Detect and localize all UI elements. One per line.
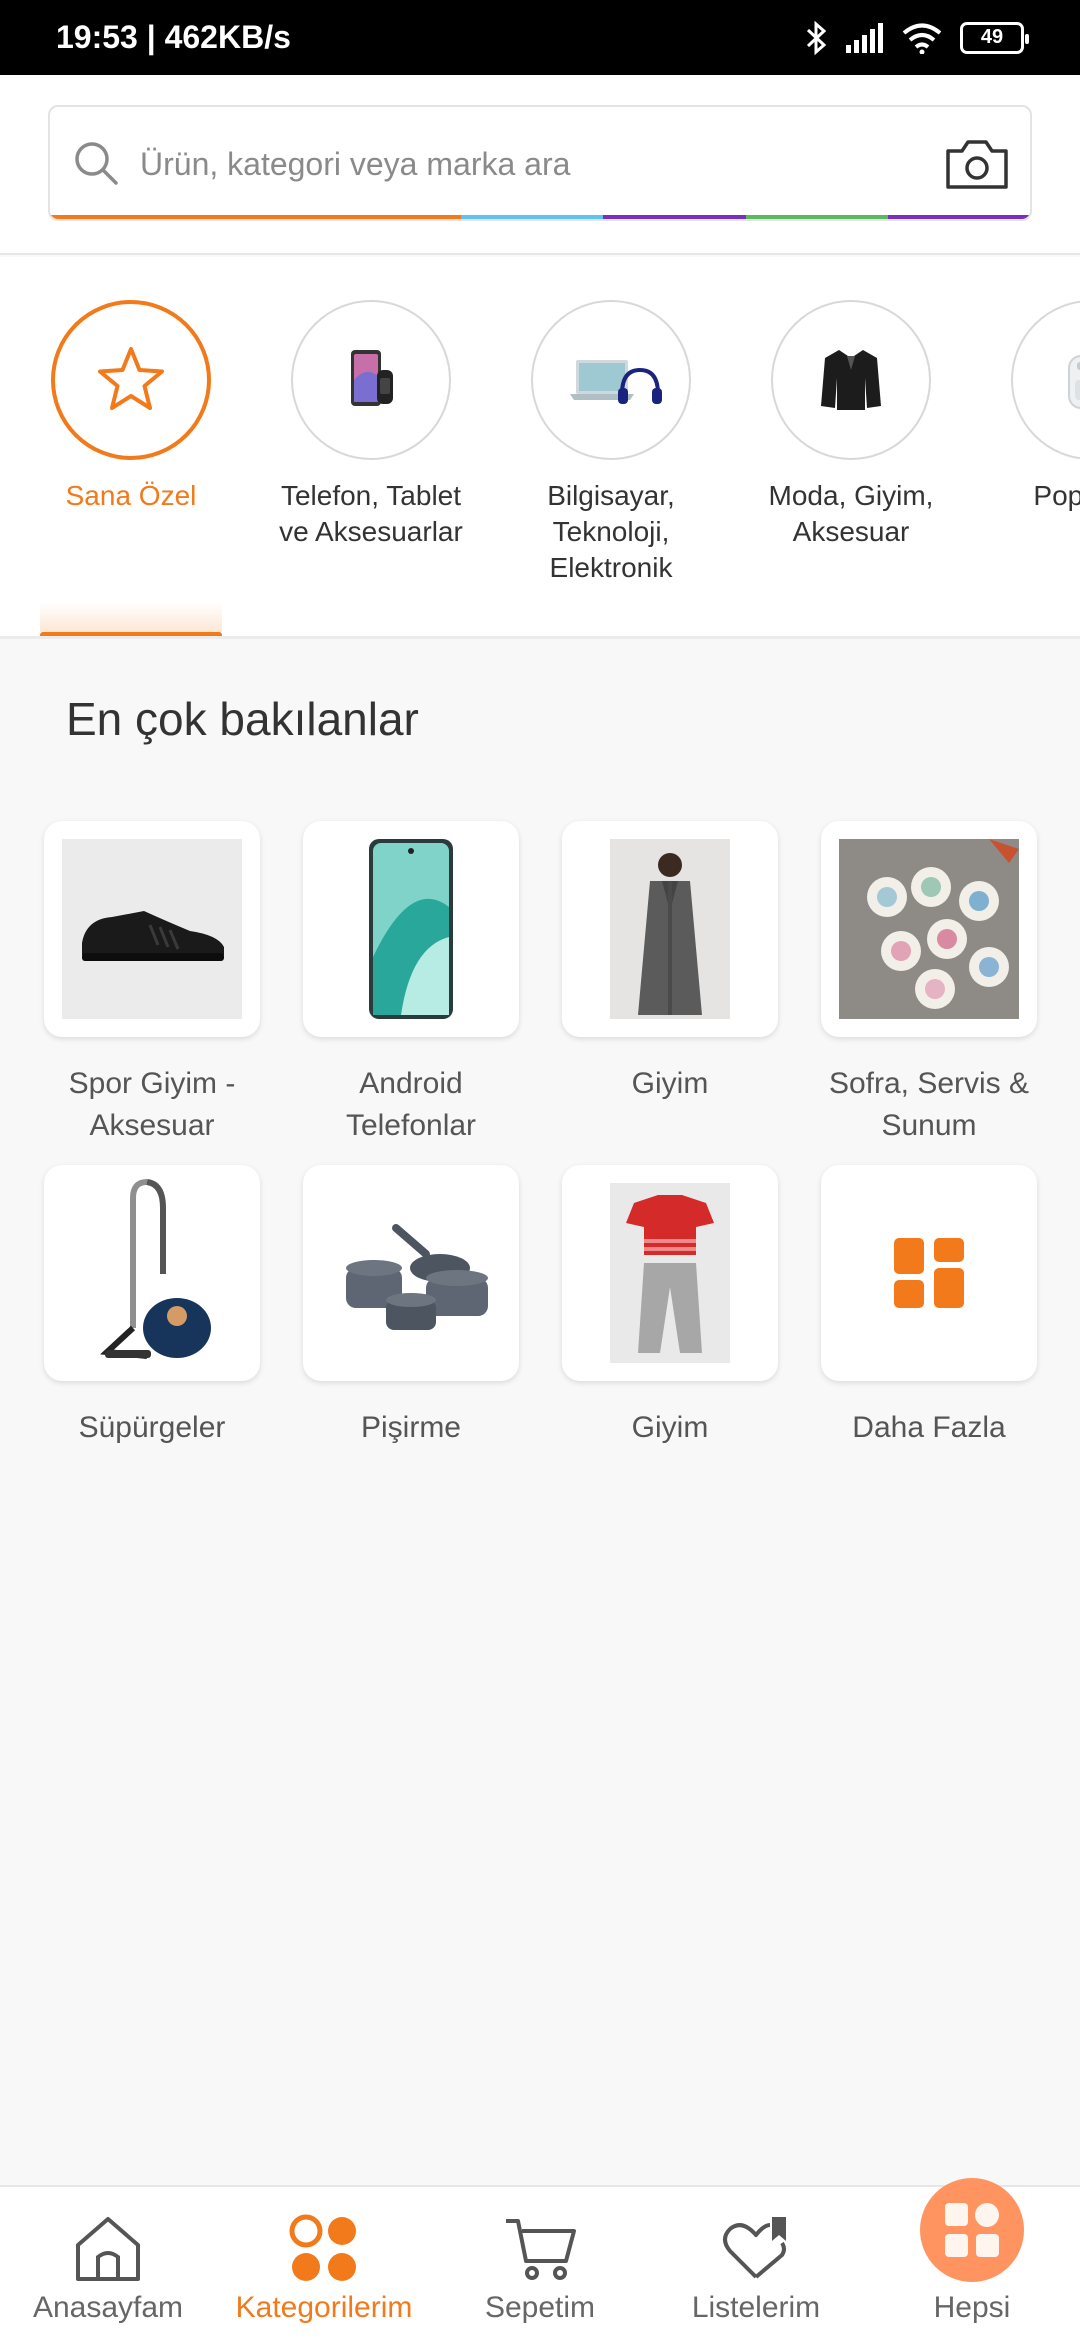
air-fryer-image bbox=[1068, 355, 1080, 409]
android-phone-image bbox=[369, 839, 453, 1019]
status-bar: 19:53 | 462KB/s 49 bbox=[0, 0, 1080, 75]
sneaker-image bbox=[62, 839, 242, 1019]
wifi-icon bbox=[902, 23, 942, 54]
most-viewed-label: Spor Giyim - Aksesuar bbox=[68, 1067, 236, 1142]
hepsi-button[interactable] bbox=[920, 2178, 1024, 2282]
nav-label: Listelerim bbox=[691, 2291, 821, 2324]
most-viewed-label: Android Telefonlar bbox=[345, 1067, 477, 1142]
most-viewed-item[interactable]: Sofra, Servis & Sunum bbox=[821, 821, 1037, 1147]
category-moda[interactable]: Moda, Giyim, Aksesuar bbox=[751, 300, 951, 550]
category-label: Bilgisayar, Teknoloji, Elektronik bbox=[547, 480, 675, 583]
cart-icon bbox=[506, 2219, 576, 2280]
plates-image bbox=[839, 839, 1019, 1019]
grid-icon bbox=[894, 1238, 964, 1308]
nav-label: Anasayfam bbox=[32, 2291, 184, 2324]
coat-image bbox=[610, 839, 730, 1019]
category-label: Sana Özel bbox=[65, 480, 197, 511]
battery-indicator: 49 bbox=[960, 21, 1029, 54]
heart-list-icon bbox=[723, 2217, 786, 2279]
most-viewed-label: Süpürgeler bbox=[78, 1411, 226, 1444]
star-icon bbox=[98, 347, 164, 410]
active-category-indicator bbox=[40, 632, 222, 636]
most-viewed-label: Giyim bbox=[631, 1067, 709, 1100]
laptop-headphones-image bbox=[570, 360, 662, 404]
cookware-image bbox=[346, 1224, 488, 1330]
most-viewed-item[interactable]: Spor Giyim - Aksesuar bbox=[44, 821, 260, 1147]
search-icon bbox=[75, 142, 118, 185]
most-viewed-item[interactable]: Giyim bbox=[562, 821, 778, 1105]
vacuum-image bbox=[100, 1179, 211, 1359]
most-viewed-item[interactable]: Süpürgeler bbox=[44, 1165, 260, 1449]
nav-sepetim[interactable]: Sepetim bbox=[432, 2187, 648, 2340]
status-time-speed: 19:53 | 462KB/s bbox=[56, 19, 291, 55]
search-input[interactable] bbox=[140, 135, 940, 193]
apps-icon bbox=[945, 2203, 999, 2257]
most-viewed-label: Pişirme bbox=[360, 1411, 461, 1444]
categories-icon bbox=[289, 2214, 356, 2281]
category-label: Pop Kate bbox=[1033, 480, 1080, 511]
bottom-nav: Anasayfam Kategorilerim Sepetim Listeler… bbox=[0, 2185, 1080, 2340]
most-viewed-label: Sofra, Servis & Sunum bbox=[828, 1067, 1030, 1142]
search-box[interactable] bbox=[48, 105, 1032, 221]
category-pop[interactable]: Pop Kate bbox=[991, 300, 1080, 514]
signal-icon bbox=[846, 22, 883, 53]
nav-kategorilerim[interactable]: Kategorilerim bbox=[216, 2187, 432, 2340]
nav-label: Sepetim bbox=[484, 2291, 596, 2324]
nav-label: Kategorilerim bbox=[235, 2291, 413, 2324]
category-bilgisayar[interactable]: Bilgisayar, Teknoloji, Elektronik bbox=[511, 300, 711, 586]
nav-label: Hepsi bbox=[933, 2291, 1011, 2324]
most-viewed-label: Daha Fazla bbox=[852, 1411, 1006, 1444]
home-icon bbox=[76, 2217, 140, 2281]
category-strip: Sana Özel Telefon, Tablet ve Aksesuarlar bbox=[0, 257, 1080, 639]
category-label: Moda, Giyim, Aksesuar bbox=[768, 480, 934, 547]
phone-watch-image bbox=[351, 350, 393, 406]
most-viewed-label: Giyim bbox=[631, 1411, 709, 1444]
most-viewed-item[interactable]: Pişirme bbox=[303, 1165, 519, 1449]
camera-icon[interactable] bbox=[942, 137, 1012, 193]
most-viewed-item[interactable]: Android Telefonlar bbox=[303, 821, 519, 1147]
kids-outfit-image bbox=[610, 1183, 730, 1363]
nav-listelerim[interactable]: Listelerim bbox=[648, 2187, 864, 2340]
search-rainbow-underline bbox=[50, 215, 1030, 219]
category-label: Telefon, Tablet ve Aksesuarlar bbox=[279, 480, 463, 547]
daha-fazla-item[interactable]: Daha Fazla bbox=[821, 1165, 1037, 1449]
most-viewed-item[interactable]: Giyim bbox=[562, 1165, 778, 1449]
jacket-image bbox=[821, 350, 881, 410]
search-header bbox=[0, 75, 1080, 255]
category-telefon[interactable]: Telefon, Tablet ve Aksesuarlar bbox=[271, 300, 471, 550]
bluetooth-icon bbox=[806, 20, 827, 55]
section-title: En çok bakılanlar bbox=[66, 693, 419, 745]
category-sana-ozel[interactable]: Sana Özel bbox=[31, 300, 231, 514]
nav-anasayfam[interactable]: Anasayfam bbox=[0, 2187, 216, 2340]
